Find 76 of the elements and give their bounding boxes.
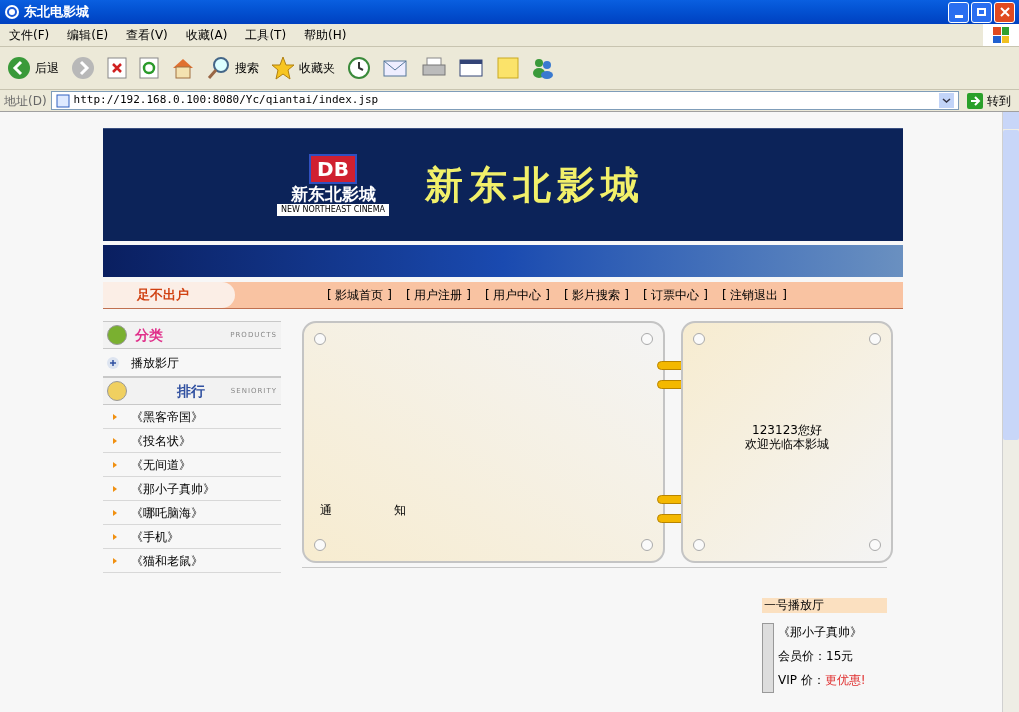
sidebar-header-title: 分类 bbox=[135, 325, 163, 345]
menu-item[interactable]: 帮助(H) bbox=[295, 26, 356, 44]
screw-hole-icon bbox=[641, 539, 653, 551]
plus-icon bbox=[107, 356, 119, 369]
menu-item[interactable]: 文件(F) bbox=[0, 26, 59, 44]
screw-hole-icon bbox=[869, 539, 881, 551]
menu-item[interactable]: 收藏(A) bbox=[176, 26, 237, 44]
ranking-item[interactable]: 《手机》 bbox=[103, 525, 281, 549]
minimize-button[interactable] bbox=[948, 1, 969, 23]
page-icon bbox=[55, 93, 70, 108]
stop-icon bbox=[107, 57, 127, 79]
bullet-arrow-icon bbox=[113, 413, 117, 420]
screw-hole-icon bbox=[641, 333, 653, 345]
refresh-icon bbox=[139, 57, 159, 79]
member-price: 会员价：15元 bbox=[778, 648, 855, 665]
address-field[interactable]: http://192.168.0.100:8080/Yc/qiantai/index.jsp bbox=[50, 91, 959, 110]
screw-hole-icon bbox=[314, 333, 326, 345]
screw-hole-icon bbox=[869, 333, 881, 345]
restore-button[interactable] bbox=[971, 1, 992, 23]
sticky-note-icon bbox=[497, 57, 519, 79]
ranking-item[interactable]: 《黑客帝国》 bbox=[103, 405, 281, 429]
nav-link[interactable]: [ 影城首页 ] bbox=[327, 286, 392, 304]
close-icon bbox=[999, 7, 1010, 17]
clock-icon bbox=[347, 56, 371, 80]
nav-link[interactable]: [ 注销退出 ] bbox=[722, 286, 787, 304]
hall-title: 一号播放厅 bbox=[762, 598, 887, 613]
menu-item[interactable]: 查看(V) bbox=[117, 26, 177, 44]
people-icon bbox=[531, 57, 555, 79]
printer-icon bbox=[421, 57, 447, 79]
house-icon bbox=[171, 57, 195, 79]
poster-placeholder bbox=[762, 623, 774, 693]
bullet-arrow-icon bbox=[113, 485, 117, 492]
window-title: 东北电影城 bbox=[24, 3, 89, 22]
vip-price: 更优惠! bbox=[824, 672, 866, 689]
browser-icon bbox=[4, 4, 20, 20]
sidebar-header-title: 排行 bbox=[177, 381, 205, 401]
notice-title: 知 bbox=[394, 502, 406, 519]
nav-link[interactable]: [ 订票中心 ] bbox=[643, 286, 708, 304]
menu-item[interactable]: 编辑(E) bbox=[58, 26, 118, 44]
bullet-arrow-icon bbox=[113, 509, 117, 516]
bullet-arrow-icon bbox=[113, 533, 117, 540]
bullet-arrow-icon bbox=[113, 437, 117, 444]
bullet-arrow-icon bbox=[113, 557, 117, 564]
ranking-item[interactable]: 《无间道》 bbox=[103, 453, 281, 477]
go-button[interactable]: 转到 bbox=[963, 91, 1015, 110]
ranking-item[interactable]: 《投名状》 bbox=[103, 429, 281, 453]
document-edit-icon bbox=[459, 57, 485, 79]
star-icon bbox=[271, 56, 295, 80]
screw-hole-icon bbox=[314, 539, 326, 551]
envelope-icon bbox=[383, 57, 409, 79]
toolbar-button[interactable]: 后退 bbox=[4, 51, 62, 85]
nav-slogan: 足不出户 bbox=[103, 282, 235, 308]
windows-logo-icon bbox=[983, 24, 1019, 46]
nav-link[interactable]: [ 影片搜索 ] bbox=[564, 286, 629, 304]
cinema-logo: DB 新东北影城 NEW NORTHEAST CINEMA bbox=[277, 154, 390, 216]
search-icon bbox=[207, 56, 231, 80]
notice-title: 通 bbox=[320, 502, 332, 519]
address-label: 地址(D) bbox=[4, 92, 47, 110]
ranking-item[interactable]: 《猫和老鼠》 bbox=[103, 549, 281, 573]
menu-item[interactable]: 工具(T) bbox=[236, 26, 296, 44]
toolbar-button[interactable]: 搜索 bbox=[204, 51, 262, 85]
welcome-text: 欢迎光临本影城 bbox=[745, 437, 829, 451]
screw-hole-icon bbox=[693, 539, 705, 551]
ranking-item[interactable]: 《那小子真帅》 bbox=[103, 477, 281, 501]
close-button[interactable] bbox=[994, 1, 1015, 23]
go-arrow-icon bbox=[967, 92, 983, 109]
nav-link[interactable]: [ 用户注册 ] bbox=[406, 286, 471, 304]
welcome-text: 123123您好 bbox=[752, 423, 822, 437]
toolbar-button[interactable]: 收藏夹 bbox=[268, 51, 338, 85]
ranking-item[interactable]: 《哪吒脑海》 bbox=[103, 501, 281, 525]
banner-headline: 新东北影城 bbox=[425, 161, 646, 209]
vip-price-label: VIP 价： bbox=[778, 672, 825, 689]
nav-link[interactable]: [ 用户中心 ] bbox=[485, 286, 550, 304]
screw-hole-icon bbox=[693, 333, 705, 345]
movie-title: 《那小子真帅》 bbox=[778, 624, 863, 641]
bullet-arrow-icon bbox=[113, 461, 117, 468]
